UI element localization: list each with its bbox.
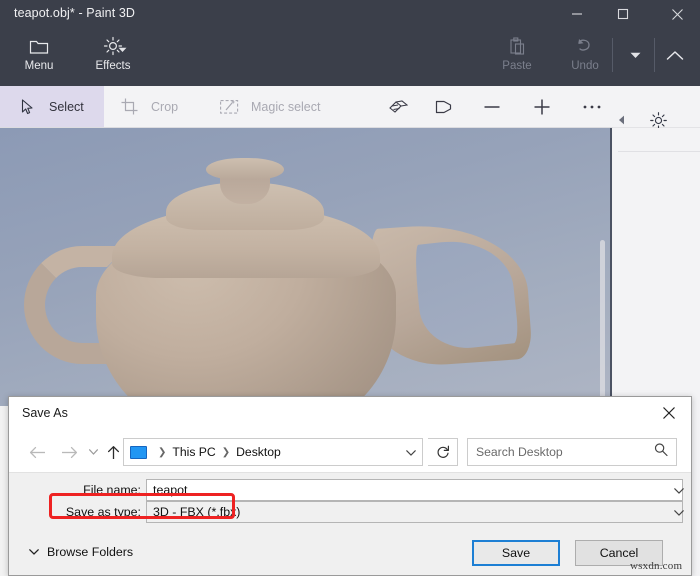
perspective-frame-icon[interactable] (424, 86, 464, 127)
breadcrumb-separator-2: ❯ (222, 447, 230, 458)
search-placeholder: Search Desktop (476, 445, 563, 459)
cursor-arrow-icon (14, 99, 40, 115)
file-name-label: File name: (59, 479, 141, 501)
effects-label: Effects (96, 60, 131, 73)
breadcrumb-item-desktop[interactable]: Desktop (236, 445, 281, 459)
tools-toolbar: Select Crop Magic select (0, 86, 700, 128)
browse-folders-label: Browse Folders (47, 545, 133, 559)
breadcrumb-separator: ❯ (158, 447, 166, 458)
tool-select-label: Select (49, 100, 84, 114)
chevron-up-icon[interactable] (660, 40, 690, 70)
toolbar-divider-left (612, 38, 613, 72)
refresh-icon[interactable] (428, 438, 458, 466)
canvas-vertical-scrollbar[interactable] (600, 240, 605, 406)
three-d-canvas[interactable] (0, 128, 612, 406)
menu-label: Menu (25, 60, 54, 73)
clipboard-icon (508, 34, 526, 58)
forward-arrow-icon[interactable] (55, 438, 83, 466)
magic-select-icon (216, 99, 242, 115)
save-as-type-chevron-down-icon[interactable] (674, 503, 684, 521)
teapot-3d-model (0, 128, 612, 406)
dialog-footer: Browse Folders Save Cancel (9, 533, 691, 575)
tool-magic-select[interactable]: Magic select (216, 86, 352, 127)
save-as-type-dropdown[interactable]: 3D - FBX (*.fbx) (146, 501, 683, 523)
save-as-type-row: Save as type: 3D - FBX (*.fbx) (9, 501, 691, 523)
effects-dropdown-caret-icon[interactable] (118, 40, 127, 58)
dialog-title: Save As (22, 406, 68, 420)
file-name-row: File name: teapot (9, 479, 691, 501)
save-as-type-label: Save as type: (59, 501, 141, 523)
three-d-view-icon[interactable] (378, 86, 418, 127)
menu-button[interactable]: Menu (8, 30, 70, 80)
toolbar-divider-right (654, 38, 655, 72)
breadcrumb-item-this-pc[interactable]: This PC (172, 445, 215, 459)
effects-button[interactable]: Effects (76, 30, 150, 80)
breadcrumb-chevron-down-icon[interactable] (406, 443, 416, 461)
watermark: wsxdn.com (630, 560, 682, 572)
browse-folders-chevron-down-icon (29, 549, 39, 555)
panel-divider (618, 151, 700, 152)
browse-folders-toggle[interactable]: Browse Folders (29, 545, 133, 559)
paste-button[interactable]: Paste (486, 30, 548, 80)
paste-label: Paste (502, 60, 531, 73)
dialog-close-icon[interactable] (647, 397, 691, 429)
file-name-chevron-down-icon[interactable] (674, 481, 684, 499)
this-pc-monitor-icon (130, 446, 147, 459)
undo-arrow-icon (575, 34, 595, 58)
paint3d-window: teapot.obj* - Paint 3D Menu (0, 0, 700, 576)
minus-icon[interactable] (472, 86, 512, 127)
maximize-button[interactable] (600, 0, 646, 28)
save-button[interactable]: Save (472, 540, 560, 566)
tool-magic-select-label: Magic select (251, 100, 320, 114)
undo-button[interactable]: Undo (554, 30, 616, 80)
breadcrumb[interactable]: ❯ This PC ❯ Desktop (123, 438, 423, 466)
crop-icon (116, 98, 142, 115)
folder-icon (29, 34, 49, 58)
tool-select[interactable]: Select (0, 86, 104, 127)
save-as-dialog: Save As ❯ This PC ❯ Deskt (8, 396, 692, 576)
search-input[interactable]: Search Desktop (467, 438, 677, 466)
tool-crop[interactable]: Crop (116, 86, 208, 127)
search-icon[interactable] (654, 443, 668, 462)
window-title: teapot.obj* - Paint 3D (14, 6, 135, 20)
title-bar: teapot.obj* - Paint 3D Menu (0, 0, 700, 86)
file-name-input[interactable]: teapot (146, 479, 683, 501)
dialog-title-bar: Save As (9, 397, 691, 431)
back-arrow-icon[interactable] (23, 438, 51, 466)
minimize-button[interactable] (554, 0, 600, 28)
ellipsis-icon[interactable] (572, 86, 612, 127)
dialog-navigation-bar: ❯ This PC ❯ Desktop Search Desktop (9, 431, 691, 473)
tool-crop-label: Crop (151, 100, 178, 114)
close-button[interactable] (654, 0, 700, 28)
teapot-knob-top (206, 158, 284, 180)
undo-label: Undo (571, 60, 599, 73)
chevron-down-icon[interactable] (622, 42, 648, 68)
plus-icon[interactable] (522, 86, 562, 127)
